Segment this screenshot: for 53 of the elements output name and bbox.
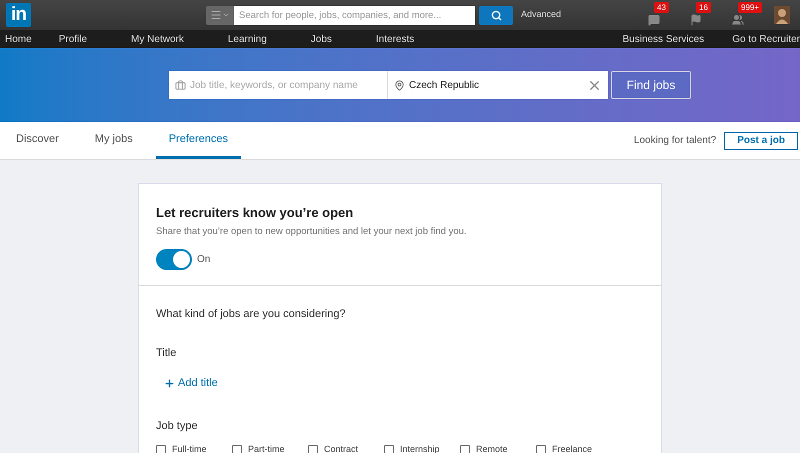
checkbox[interactable] xyxy=(308,444,318,453)
nav-link[interactable]: Jobs xyxy=(288,32,354,46)
post-job-button[interactable]: Post a job xyxy=(724,132,798,150)
checkbox-label: Full-time xyxy=(172,442,207,453)
nav-link[interactable]: Business Services xyxy=(622,32,704,46)
nav-link[interactable]: My Network xyxy=(109,32,206,46)
title-label: Title xyxy=(156,346,176,362)
card-description: Share that you’re open to new opportunities and let your next job find you. xyxy=(156,224,467,238)
flag-icon xyxy=(690,14,702,26)
nav-link[interactable]: Interests xyxy=(354,32,436,46)
checkbox[interactable] xyxy=(232,444,242,453)
checkbox[interactable] xyxy=(460,444,470,453)
question-text: What kind of jobs are you considering? xyxy=(156,306,346,322)
location-input[interactable]: Czech Republic xyxy=(409,71,583,99)
checkbox[interactable] xyxy=(384,444,394,453)
location-field[interactable]: Czech Republic xyxy=(388,71,608,99)
toggle-switch[interactable] xyxy=(156,248,192,270)
speech-bubble-icon xyxy=(648,14,660,26)
count-badge: 16 xyxy=(696,2,711,13)
card-title: Let recruiters know you’re open xyxy=(156,204,354,222)
menu-icon xyxy=(210,9,222,21)
tab[interactable]: My jobs xyxy=(82,122,146,159)
checkbox[interactable] xyxy=(156,444,166,453)
checkbox-label: Contract xyxy=(324,442,358,453)
nav-link[interactable]: Learning xyxy=(206,32,289,46)
talent-text: Looking for talent? xyxy=(634,134,716,148)
search-field[interactable]: Search for people, jobs, companies, and more... xyxy=(234,6,475,24)
pin-icon xyxy=(394,80,405,90)
nav-link[interactable]: Go to Recruiter xyxy=(732,32,800,46)
search-button[interactable] xyxy=(479,6,513,24)
checkbox[interactable] xyxy=(536,444,546,453)
avatar[interactable] xyxy=(774,6,790,24)
add-title-button[interactable]: Add title xyxy=(164,374,218,392)
advanced-link[interactable]: Advanced xyxy=(521,8,562,22)
search-icon xyxy=(490,10,502,20)
tab[interactable]: Discover xyxy=(16,122,72,159)
job-type-label: Job type xyxy=(156,419,198,434)
toggle-label: On xyxy=(197,252,210,267)
people-icon xyxy=(732,14,744,26)
count-badge: 43 xyxy=(654,2,669,13)
logo[interactable]: in xyxy=(6,3,31,27)
find-jobs-button[interactable]: Find jobs xyxy=(611,71,691,99)
menu-dropdown-button[interactable] xyxy=(206,6,234,24)
checkbox-label: Part-time xyxy=(248,442,285,453)
checkbox-label: Freelance xyxy=(552,442,592,453)
checkbox-label: Remote xyxy=(476,442,508,453)
count-badge: 999+ xyxy=(738,2,762,13)
tab[interactable]: Preferences xyxy=(156,122,242,159)
nav-link[interactable]: Profile xyxy=(36,32,110,46)
nav-link[interactable]: Home xyxy=(0,32,37,46)
plus-icon xyxy=(164,378,175,388)
caret-icon xyxy=(222,11,230,19)
briefcase-icon xyxy=(175,80,186,90)
